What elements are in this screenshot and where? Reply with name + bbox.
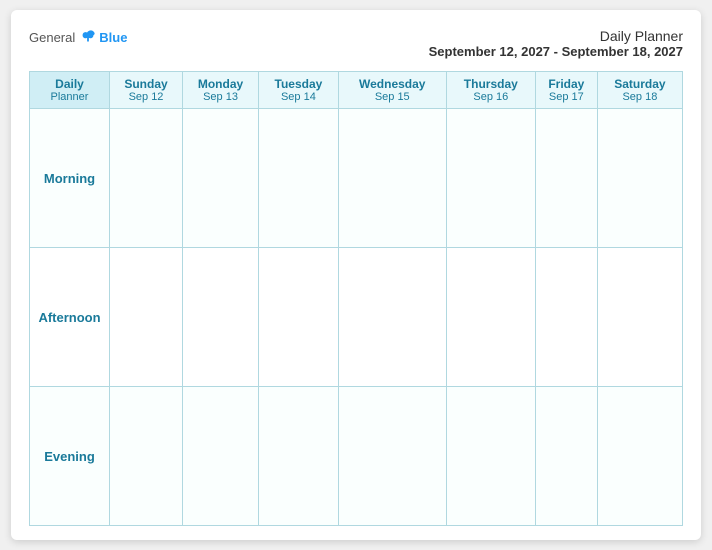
header-cell-tue: Tuesday Sep 14 [259, 72, 339, 109]
header-thu-top: Thursday [449, 77, 533, 91]
morning-sat[interactable] [597, 109, 682, 248]
header-mon-sub: Sep 13 [185, 91, 256, 103]
morning-sun[interactable] [110, 109, 183, 248]
calendar-table: Daily Planner Sunday Sep 12 Monday Sep 1… [29, 71, 683, 526]
evening-fri[interactable] [535, 387, 597, 526]
afternoon-label: Afternoon [30, 248, 110, 387]
header-cell-sun: Sunday Sep 12 [110, 72, 183, 109]
header-label-sub: Planner [32, 91, 107, 103]
morning-wed[interactable] [338, 109, 446, 248]
logo-blue-text: Blue [99, 30, 127, 45]
evening-mon[interactable] [183, 387, 259, 526]
header-sun-sub: Sep 12 [112, 91, 180, 103]
header-cell-sat: Saturday Sep 18 [597, 72, 682, 109]
afternoon-wed[interactable] [338, 248, 446, 387]
header-sun-top: Sunday [112, 77, 180, 91]
evening-row: Evening [30, 387, 683, 526]
header-cell-mon: Monday Sep 13 [183, 72, 259, 109]
evening-sun[interactable] [110, 387, 183, 526]
header-mon-top: Monday [185, 77, 256, 91]
morning-tue[interactable] [259, 109, 339, 248]
morning-row: Morning [30, 109, 683, 248]
header-tue-sub: Sep 14 [261, 91, 336, 103]
header-sat-top: Saturday [600, 77, 680, 91]
logo-area: General Blue [29, 28, 127, 46]
logo: General Blue [29, 28, 127, 46]
morning-thu[interactable] [446, 109, 535, 248]
logo-general-text: General [29, 30, 75, 45]
header-cell-wed: Wednesday Sep 15 [338, 72, 446, 109]
header-sat-sub: Sep 18 [600, 91, 680, 103]
header-row: Daily Planner Sunday Sep 12 Monday Sep 1… [30, 72, 683, 109]
header-fri-sub: Sep 17 [538, 91, 595, 103]
header-label-top: Daily [32, 77, 107, 91]
afternoon-row: Afternoon [30, 248, 683, 387]
evening-sat[interactable] [597, 387, 682, 526]
afternoon-fri[interactable] [535, 248, 597, 387]
title-area: Daily Planner September 12, 2027 - Septe… [429, 28, 683, 59]
afternoon-thu[interactable] [446, 248, 535, 387]
evening-thu[interactable] [446, 387, 535, 526]
planner-title: Daily Planner [429, 28, 683, 44]
afternoon-tue[interactable] [259, 248, 339, 387]
header-wed-top: Wednesday [341, 77, 444, 91]
evening-tue[interactable] [259, 387, 339, 526]
header-cell-fri: Friday Sep 17 [535, 72, 597, 109]
logo-bird-icon [79, 28, 97, 46]
header-cell-thu: Thursday Sep 16 [446, 72, 535, 109]
morning-mon[interactable] [183, 109, 259, 248]
header-tue-top: Tuesday [261, 77, 336, 91]
afternoon-mon[interactable] [183, 248, 259, 387]
date-range: September 12, 2027 - September 18, 2027 [429, 44, 683, 59]
evening-wed[interactable] [338, 387, 446, 526]
afternoon-sun[interactable] [110, 248, 183, 387]
planner-page: General Blue Daily Planner September 12,… [11, 10, 701, 540]
header-wed-sub: Sep 15 [341, 91, 444, 103]
afternoon-sat[interactable] [597, 248, 682, 387]
header-cell-label: Daily Planner [30, 72, 110, 109]
evening-label: Evening [30, 387, 110, 526]
header-fri-top: Friday [538, 77, 595, 91]
header: General Blue Daily Planner September 12,… [29, 28, 683, 59]
morning-label: Morning [30, 109, 110, 248]
header-thu-sub: Sep 16 [449, 91, 533, 103]
morning-fri[interactable] [535, 109, 597, 248]
